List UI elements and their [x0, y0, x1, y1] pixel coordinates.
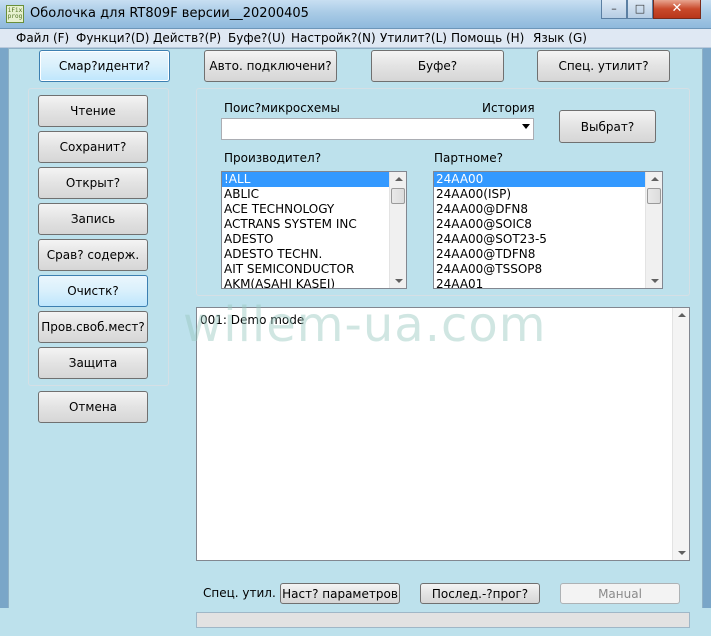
- history-label: История: [482, 101, 535, 115]
- list-item[interactable]: 24AA01: [434, 277, 662, 288]
- search-combo[interactable]: [221, 118, 534, 140]
- sequence-button[interactable]: Послед.-?прог?: [420, 583, 540, 604]
- buffer-button[interactable]: Буфе?: [371, 50, 504, 82]
- list-item[interactable]: ABLIC: [222, 187, 406, 202]
- log-scrollbar[interactable]: [672, 308, 689, 560]
- scroll-thumb[interactable]: [647, 188, 661, 204]
- scroll-up-icon[interactable]: [651, 177, 659, 181]
- scroll-up-icon[interactable]: [678, 313, 686, 317]
- status-area: [0, 608, 711, 636]
- scroll-thumb[interactable]: [391, 188, 405, 204]
- chevron-down-icon[interactable]: [522, 124, 530, 129]
- list-item[interactable]: !ALL: [222, 172, 406, 187]
- list-item[interactable]: AIT SEMICONDUCTOR: [222, 262, 406, 277]
- part-number-list[interactable]: 24AA00 24AA00(ISP) 24AA00@DFN8 24AA00@SO…: [433, 171, 663, 289]
- menu-file[interactable]: Файл (F): [16, 31, 69, 45]
- write-button[interactable]: Запись: [38, 203, 148, 235]
- part-numbers-label: Партноме?: [434, 151, 503, 165]
- list-item[interactable]: 24AA00@SOT23-5: [434, 232, 662, 247]
- close-icon: ✕: [671, 1, 683, 16]
- part-number-scrollbar[interactable]: [645, 172, 662, 288]
- menu-buffer[interactable]: Буфе?(U): [228, 31, 286, 45]
- scroll-down-icon[interactable]: [395, 279, 403, 283]
- close-button[interactable]: ✕: [653, 0, 701, 19]
- list-item[interactable]: ACTRANS SYSTEM INC: [222, 217, 406, 232]
- scroll-up-icon[interactable]: [395, 177, 403, 181]
- minimize-icon: –: [611, 2, 617, 15]
- cancel-button[interactable]: Отмена: [38, 391, 148, 423]
- maximize-icon: □: [634, 2, 646, 15]
- menu-actions[interactable]: Действ?(P): [153, 31, 221, 45]
- list-item[interactable]: 24AA00@DFN8: [434, 202, 662, 217]
- list-item[interactable]: AKM(ASAHI KASEI): [222, 277, 406, 288]
- app-icon: iFix prog: [6, 5, 24, 23]
- menu-utilities[interactable]: Утилит?(L): [380, 31, 447, 45]
- manufacturer-list[interactable]: !ALL ABLIC ACE TECHNOLOGY ACTRANS SYSTEM…: [221, 171, 407, 289]
- search-label: Поис?микросхемы: [224, 101, 340, 115]
- list-item[interactable]: 24AA00: [434, 172, 645, 187]
- maximize-button[interactable]: □: [627, 0, 653, 19]
- manual-button[interactable]: Манual: [560, 583, 680, 604]
- list-item[interactable]: 24AA00@SOIC8: [434, 217, 662, 232]
- open-button[interactable]: Открыт?: [38, 167, 148, 199]
- menu-functions[interactable]: Функци?(D): [76, 31, 149, 45]
- list-item[interactable]: 24AA00@TDFN8: [434, 247, 662, 262]
- blank-check-button[interactable]: Пров.своб.мест?: [38, 311, 148, 343]
- title-bar[interactable]: iFix prog Оболочка для RT809F версии__20…: [0, 0, 711, 29]
- params-button[interactable]: Наст? параметров: [280, 583, 400, 604]
- special-utils-button[interactable]: Спец. утилит?: [537, 50, 670, 82]
- manufacturers-label: Производител?: [224, 151, 322, 165]
- menu-help[interactable]: Помощь (H): [451, 31, 524, 45]
- smart-ident-button[interactable]: Смар?иденти?: [39, 50, 170, 82]
- list-item[interactable]: ADESTO TECHN.: [222, 247, 406, 262]
- auto-connect-button[interactable]: Авто. подключени?: [204, 50, 337, 82]
- erase-button[interactable]: Очистк?: [38, 275, 148, 307]
- scroll-down-icon[interactable]: [651, 279, 659, 283]
- watermark: willem-ua.com: [183, 297, 547, 353]
- scroll-down-icon[interactable]: [678, 551, 686, 555]
- read-button[interactable]: Чтение: [38, 95, 148, 127]
- manufacturer-scrollbar[interactable]: [389, 172, 406, 288]
- compare-button[interactable]: Срав? содерж.: [38, 239, 148, 271]
- list-item[interactable]: ACE TECHNOLOGY: [222, 202, 406, 217]
- window-title: Оболочка для RT809F версии__20200405: [30, 6, 309, 21]
- protect-button[interactable]: Защита: [38, 347, 148, 379]
- select-button[interactable]: Выбрат?: [559, 110, 656, 143]
- minimize-button[interactable]: –: [601, 0, 627, 19]
- menu-bar: Файл (F) Функци?(D) Действ?(P) Буфе?(U) …: [0, 29, 711, 48]
- progress-bar: [196, 612, 690, 628]
- menu-settings[interactable]: Настройк?(N): [291, 31, 376, 45]
- save-button[interactable]: Сохранит?: [38, 131, 148, 163]
- special-utils-label: Спец. утил.: [203, 586, 276, 600]
- list-item[interactable]: ADESTO: [222, 232, 406, 247]
- menu-language[interactable]: Язык (G): [533, 31, 587, 45]
- list-item[interactable]: 24AA00(ISP): [434, 187, 662, 202]
- list-item[interactable]: 24AA00@TSSOP8: [434, 262, 662, 277]
